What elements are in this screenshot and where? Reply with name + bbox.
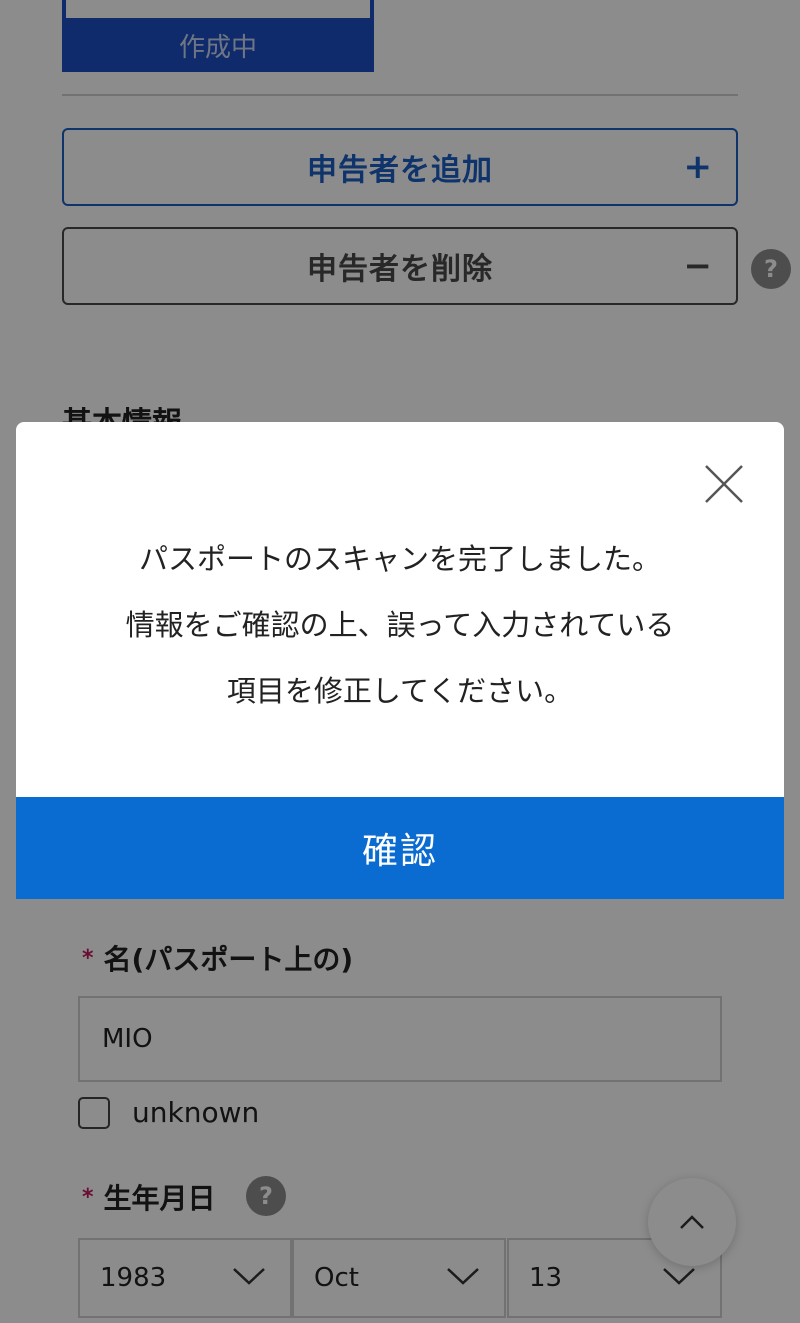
close-icon[interactable] bbox=[704, 464, 744, 504]
confirm-button[interactable]: 確認 bbox=[16, 797, 784, 899]
dialog-message-line: 情報をご確認の上、誤って入力されている bbox=[125, 608, 675, 642]
dialog-message: パスポートのスキャンを完了しました。 情報をご確認の上、誤って入力されている 項… bbox=[16, 526, 784, 724]
scan-complete-dialog: パスポートのスキャンを完了しました。 情報をご確認の上、誤って入力されている 項… bbox=[16, 422, 784, 899]
dialog-message-line: パスポートのスキャンを完了しました。 bbox=[138, 542, 661, 576]
dialog-message-line: 項目を修正してください。 bbox=[226, 674, 574, 708]
